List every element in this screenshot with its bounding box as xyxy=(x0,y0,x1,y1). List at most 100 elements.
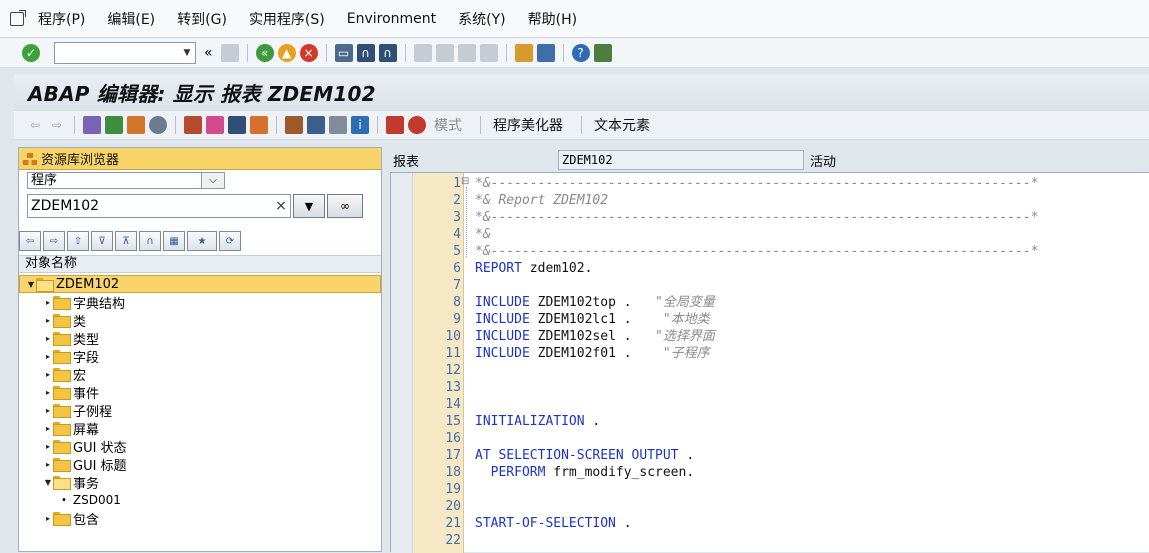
collapsed-arrow-icon[interactable]: ▸ xyxy=(43,298,53,307)
collapsed-arrow-icon[interactable]: ▸ xyxy=(43,316,53,325)
tree-node-types[interactable]: ▸ 类型 xyxy=(19,329,381,348)
wand-icon[interactable] xyxy=(206,116,224,134)
tree-node-fields[interactable]: ▸ 字段 xyxy=(19,347,381,366)
find-next-icon[interactable]: ∩ xyxy=(378,43,397,62)
tree-node-includes[interactable]: ▸ 包含 xyxy=(19,509,381,528)
collapsed-arrow-icon[interactable]: ▸ xyxy=(43,406,53,415)
expanded-arrow-icon[interactable]: ▼ xyxy=(26,280,36,289)
tree-node-subroutines[interactable]: ▸ 子例程 xyxy=(19,401,381,420)
activate-icon[interactable] xyxy=(127,116,145,134)
tree-node-macros[interactable]: ▸ 宏 xyxy=(19,365,381,384)
collapsed-arrow-icon[interactable]: ▸ xyxy=(43,334,53,343)
display-change-icon[interactable] xyxy=(83,116,101,134)
next-object-icon[interactable]: ⇨ xyxy=(43,231,65,251)
clear-input-icon[interactable]: × xyxy=(273,194,289,218)
new-session-icon[interactable] xyxy=(514,43,533,62)
tree-node-events[interactable]: ▸ 事件 xyxy=(19,383,381,402)
code-line[interactable]: AT SELECTION-SCREEN OUTPUT . xyxy=(475,447,694,464)
code-line[interactable]: *& Report ZDEM102 xyxy=(475,192,608,209)
previous-object-icon[interactable]: ⇦ xyxy=(19,231,41,251)
code-editor[interactable]: ⊟ 1 *&-----------------------------------… xyxy=(390,172,1149,553)
collapse-block-icon[interactable]: ⊟ xyxy=(461,176,469,187)
back-arrow-icon[interactable]: ⇦ xyxy=(26,116,44,134)
previous-page-icon[interactable] xyxy=(435,43,454,62)
display-glasses-button[interactable]: ∞ xyxy=(327,194,363,218)
menu-edit[interactable]: 编辑(E) xyxy=(107,9,155,29)
pretty-printer-button[interactable]: 程序美化器 xyxy=(493,115,563,135)
menu-goto[interactable]: 转到(G) xyxy=(177,9,227,29)
refresh-icon[interactable]: ⟳ xyxy=(219,231,241,251)
collapsed-arrow-icon[interactable]: ▸ xyxy=(43,442,53,451)
stop-icon[interactable] xyxy=(386,116,404,134)
expanded-arrow-icon[interactable]: ▼ xyxy=(43,478,53,487)
find-icon[interactable]: ∩ xyxy=(356,43,375,62)
code-line[interactable]: *&--------------------------------------… xyxy=(475,175,1039,192)
window-menu-icon[interactable] xyxy=(10,9,26,26)
tree-node-transactions[interactable]: ▼ 事务 xyxy=(19,473,381,492)
test-icon[interactable] xyxy=(149,116,167,134)
text-elements-button[interactable]: 文本元素 xyxy=(594,115,650,135)
code-line[interactable]: *&--------------------------------------… xyxy=(475,209,1039,226)
split-screen-icon[interactable] xyxy=(329,116,347,134)
exit-icon[interactable]: ▲ xyxy=(277,43,296,62)
object-name-input[interactable]: ZDEM102 xyxy=(27,194,291,218)
mode-button[interactable]: 模式 xyxy=(434,115,462,135)
menu-program[interactable]: 程序(P) xyxy=(38,9,85,29)
code-line[interactable]: INCLUDE ZDEM102lc1 . "本地类 xyxy=(475,311,710,328)
find-icon[interactable]: ∩ xyxy=(139,231,161,251)
tree-node-classes[interactable]: ▸ 类 xyxy=(19,311,381,330)
object-type-select[interactable]: 程序 xyxy=(27,172,225,189)
layout-menu-icon[interactable] xyxy=(593,43,612,62)
shortcut-icon[interactable] xyxy=(536,43,555,62)
print-icon[interactable]: ▭ xyxy=(334,43,353,62)
enter-check-icon[interactable]: ✓ xyxy=(22,43,40,62)
hierarchy-icon[interactable]: ▦ xyxy=(163,231,185,251)
save-icon[interactable] xyxy=(220,43,239,62)
display-object-list-icon[interactable] xyxy=(250,116,268,134)
command-dropdown-icon[interactable]: ▼ xyxy=(179,43,195,63)
favorites-icon[interactable]: ★ xyxy=(187,231,217,251)
cancel-icon[interactable]: × xyxy=(299,43,318,62)
code-line[interactable]: PERFORM frm_modify_screen. xyxy=(475,464,695,481)
collapsed-arrow-icon[interactable]: ▸ xyxy=(43,388,53,397)
first-page-icon[interactable] xyxy=(413,43,432,62)
where-used-icon[interactable] xyxy=(184,116,202,134)
tree-node-gui-title[interactable]: ▸ GUI 标题 xyxy=(19,455,381,474)
code-line[interactable]: *& xyxy=(475,226,491,243)
tree-node-program[interactable]: ▼ ZDEM102 xyxy=(19,275,381,293)
code-line[interactable]: INITIALIZATION . xyxy=(475,413,600,430)
collapsed-arrow-icon[interactable]: ▸ xyxy=(43,514,53,523)
tree-node-screens[interactable]: ▸ 屏幕 xyxy=(19,419,381,438)
collapse-icon[interactable]: « xyxy=(204,45,213,61)
pattern-icon[interactable] xyxy=(228,116,246,134)
next-page-icon[interactable] xyxy=(457,43,476,62)
tree-node-gui-status[interactable]: ▸ GUI 状态 xyxy=(19,437,381,456)
menu-environment[interactable]: Environment xyxy=(347,11,436,27)
tree-node-transaction-zsd001[interactable]: • ZSD001 xyxy=(19,491,381,509)
menu-utilities[interactable]: 实用程序(S) xyxy=(249,9,325,29)
object-name-dropdown-button[interactable]: ▼ xyxy=(293,194,325,218)
collapse-all-icon[interactable]: ⊼ xyxy=(115,231,137,251)
code-line[interactable]: INCLUDE ZDEM102top . "全局变量 xyxy=(475,294,715,311)
back-icon[interactable]: « xyxy=(255,43,274,62)
breakpoint-icon[interactable] xyxy=(408,116,426,134)
menu-help[interactable]: 帮助(H) xyxy=(528,9,577,29)
command-field[interactable]: ▼ xyxy=(54,41,196,64)
repository-browser-header[interactable]: 资源库浏览器 xyxy=(19,148,381,170)
code-line[interactable]: INCLUDE ZDEM102f01 . "子程序 xyxy=(475,345,710,362)
collapsed-arrow-icon[interactable]: ▸ xyxy=(43,460,53,469)
tree-node-dictionary-structures[interactable]: ▸ 字典结构 xyxy=(19,293,381,312)
chevron-down-icon[interactable]: ⌵ xyxy=(201,172,225,189)
last-page-icon[interactable] xyxy=(479,43,498,62)
menu-system[interactable]: 系统(Y) xyxy=(458,9,505,29)
code-line[interactable]: INCLUDE ZDEM102sel . "选择界面 xyxy=(475,328,715,345)
info-icon[interactable]: i xyxy=(351,116,369,134)
up-level-icon[interactable]: ⇧ xyxy=(67,231,89,251)
expand-all-icon[interactable]: ⊽ xyxy=(91,231,113,251)
collapsed-arrow-icon[interactable]: ▸ xyxy=(43,370,53,379)
hierarchy-icon[interactable] xyxy=(285,116,303,134)
collapsed-arrow-icon[interactable]: ▸ xyxy=(43,352,53,361)
help-icon[interactable]: ? xyxy=(571,43,590,62)
indent-icon[interactable] xyxy=(307,116,325,134)
check-syntax-icon[interactable] xyxy=(105,116,123,134)
